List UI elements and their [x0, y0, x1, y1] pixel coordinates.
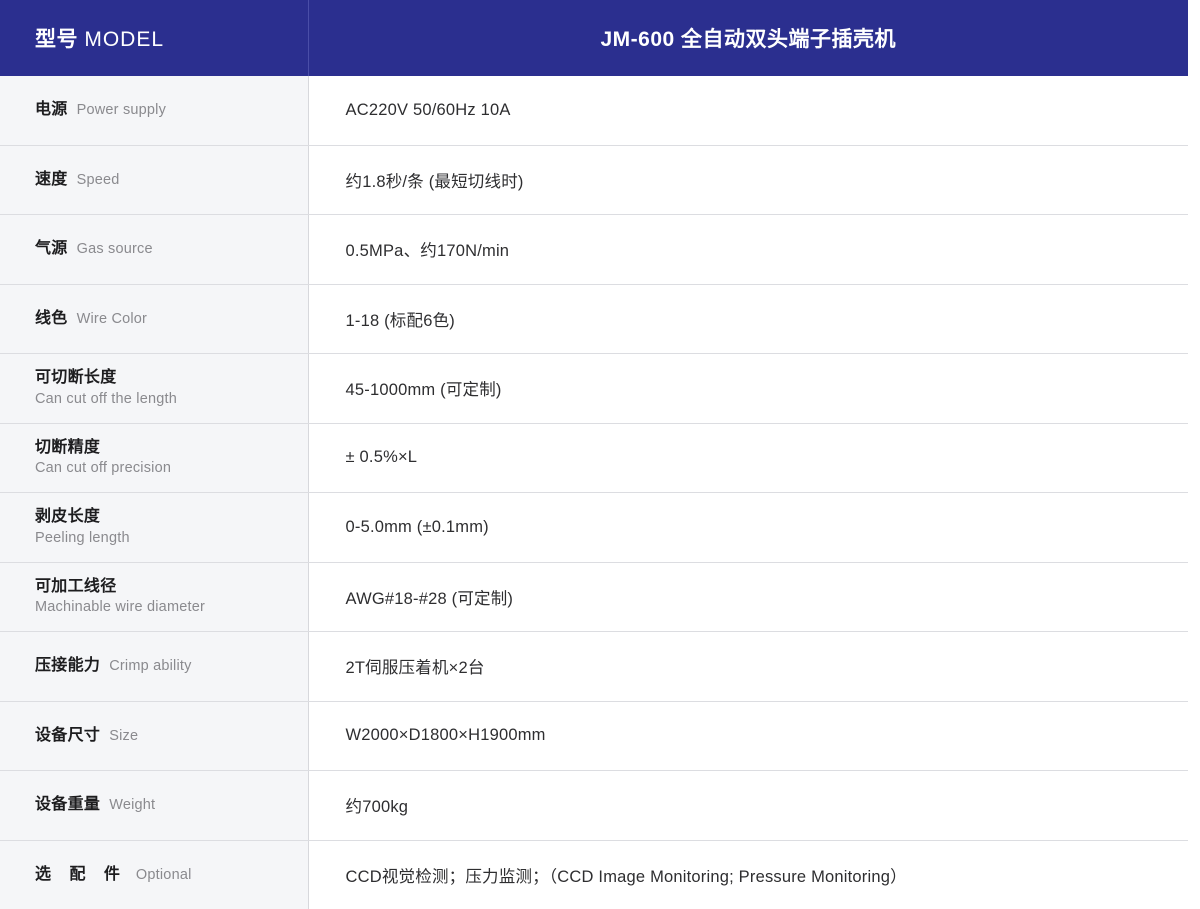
spec-label: 切断精度Can cut off precision [0, 438, 308, 478]
spec-label: 剥皮长度 Peeling length [0, 507, 308, 547]
table-row: 电源 Power supply AC220V 50/60Hz 10A [0, 76, 1188, 145]
table-row: 剥皮长度 Peeling length0-5.0mm (±0.1mm) [0, 493, 1188, 563]
spec-label-cell: 设备尺寸 Size [0, 701, 308, 771]
spec-label-cn: 选 配 件 [35, 866, 127, 883]
page-title: JM-600 全自动双头端子插壳机 [309, 23, 1189, 53]
table-header-row: 型号 MODEL JM-600 全自动双头端子插壳机 [0, 0, 1188, 76]
spec-label: 气源 Gas source [0, 239, 308, 259]
spec-value: W2000×D1800×H1900mm [309, 726, 1189, 745]
spec-label-en: Wire Color [77, 311, 147, 327]
spec-label-en: Machinable wire diameter [35, 598, 308, 617]
table-row: 选 配 件 Optional CCD视觉检测；压力监测；（CCD Image Mon… [0, 840, 1188, 909]
spec-label-cell: 线色 Wire Color [0, 284, 308, 354]
spec-value: AC220V 50/60Hz 10A [309, 101, 1189, 120]
spec-label: 可加工线径Machinable wire diameter [0, 577, 308, 617]
spec-value: 0-5.0mm (±0.1mm) [309, 518, 1189, 537]
table-row: 切断精度Can cut off precision± 0.5%×L [0, 423, 1188, 493]
spec-label-cell: 气源 Gas source [0, 215, 308, 285]
table-row: 线色 Wire Color 1-18 (标配6色) [0, 284, 1188, 354]
spec-value-cell: 1-18 (标配6色) [308, 284, 1188, 354]
table-row: 可加工线径Machinable wire diameterAWG#18-#28 … [0, 562, 1188, 632]
table-row: 压接能力 Crimp ability 2T伺服压着机×2台 [0, 632, 1188, 702]
header-model-label: 型号 MODEL [0, 23, 308, 53]
header-title-cell: JM-600 全自动双头端子插壳机 [308, 0, 1188, 76]
spec-label-en: Speed [77, 172, 120, 188]
spec-label-cn: 可加工线径 [35, 577, 308, 597]
spec-label-cn: 速度 [35, 171, 68, 188]
spec-value-cell: 45-1000mm (可定制) [308, 354, 1188, 424]
spec-label-en: Can cut off the length [35, 390, 308, 409]
spec-value-cell: ± 0.5%×L [308, 423, 1188, 493]
spec-label: 选 配 件 Optional [0, 865, 308, 885]
spec-value: 约700kg [309, 793, 1189, 817]
spec-label-cn: 切断精度 [35, 438, 308, 458]
table-row: 设备重量 Weight 约700kg [0, 771, 1188, 841]
spec-value-cell: 2T伺服压着机×2台 [308, 632, 1188, 702]
spec-label: 速度 Speed [0, 170, 308, 190]
spec-label-en: Weight [109, 797, 155, 813]
table-row: 速度 Speed 约1.8秒/条 (最短切线时) [0, 145, 1188, 215]
spec-value-cell: CCD视觉检测；压力监测；（CCD Image Monitoring; Pres… [308, 840, 1188, 909]
spec-label: 可切断长度 Can cut off the length [0, 368, 308, 408]
spec-label-en: Gas source [77, 241, 153, 257]
spec-label: 线色 Wire Color [0, 309, 308, 329]
spec-value-cell: AC220V 50/60Hz 10A [308, 76, 1188, 145]
spec-value-cell: 0-5.0mm (±0.1mm) [308, 493, 1188, 563]
spec-value: 45-1000mm (可定制) [309, 376, 1189, 400]
spec-value-cell: AWG#18-#28 (可定制) [308, 562, 1188, 632]
spec-label-en: Peeling length [35, 529, 308, 548]
spec-label-cn: 剥皮长度 [35, 507, 308, 527]
spec-label-cell: 选 配 件 Optional [0, 840, 308, 909]
spec-label-cn: 设备尺寸 [35, 727, 100, 744]
spec-label-en: Can cut off precision [35, 459, 308, 478]
spec-value: 约1.8秒/条 (最短切线时) [309, 168, 1189, 192]
spec-value: CCD视觉检测；压力监测；（CCD Image Monitoring; Pres… [309, 863, 1189, 887]
spec-label-cn: 压接能力 [35, 657, 100, 674]
spec-label: 压接能力 Crimp ability [0, 656, 308, 676]
spec-label: 电源 Power supply [0, 100, 308, 120]
spec-label-cn: 气源 [35, 240, 68, 257]
spec-label-en: Crimp ability [109, 658, 191, 674]
spec-label-en: Optional [136, 867, 192, 883]
spec-label-cell: 可加工线径Machinable wire diameter [0, 562, 308, 632]
spec-value-cell: 约700kg [308, 771, 1188, 841]
spec-label-cell: 可切断长度 Can cut off the length [0, 354, 308, 424]
spec-value-cell: W2000×D1800×H1900mm [308, 701, 1188, 771]
spec-value: 2T伺服压着机×2台 [309, 654, 1189, 678]
spec-label-cn: 可切断长度 [35, 368, 308, 388]
header-model-label-cell: 型号 MODEL [0, 0, 308, 76]
spec-label-cn: 电源 [35, 101, 68, 118]
spec-label-cell: 剥皮长度 Peeling length [0, 493, 308, 563]
specification-table: 型号 MODEL JM-600 全自动双头端子插壳机 电源 Power suppl… [0, 0, 1188, 909]
spec-value-cell: 约1.8秒/条 (最短切线时) [308, 145, 1188, 215]
table-row: 设备尺寸 Size W2000×D1800×H1900mm [0, 701, 1188, 771]
spec-label: 设备重量 Weight [0, 795, 308, 815]
spec-label-cell: 设备重量 Weight [0, 771, 308, 841]
header-model-label-en: MODEL [84, 28, 164, 51]
spec-value: 0.5MPa、约170N/min [309, 237, 1189, 261]
spec-label-en: Power supply [77, 102, 166, 118]
spec-value: ± 0.5%×L [309, 448, 1189, 467]
table-row: 可切断长度 Can cut off the length45-1000mm (可定… [0, 354, 1188, 424]
spec-label: 设备尺寸 Size [0, 726, 308, 746]
spec-label-cn: 设备重量 [35, 796, 100, 813]
spec-label-cell: 压接能力 Crimp ability [0, 632, 308, 702]
spec-label-cell: 速度 Speed [0, 145, 308, 215]
spec-label-cn: 线色 [35, 310, 68, 327]
spec-label-cell: 切断精度Can cut off precision [0, 423, 308, 493]
spec-value: 1-18 (标配6色) [309, 307, 1189, 331]
spec-label-cell: 电源 Power supply [0, 76, 308, 145]
spec-value: AWG#18-#28 (可定制) [309, 585, 1189, 609]
table-body: 电源 Power supply AC220V 50/60Hz 10A 速度 Speed 约… [0, 76, 1188, 909]
header-model-label-cn: 型号 [35, 28, 78, 51]
table-row: 气源 Gas source 0.5MPa、约170N/min [0, 215, 1188, 285]
spec-value-cell: 0.5MPa、约170N/min [308, 215, 1188, 285]
spec-label-en: Size [109, 728, 138, 744]
